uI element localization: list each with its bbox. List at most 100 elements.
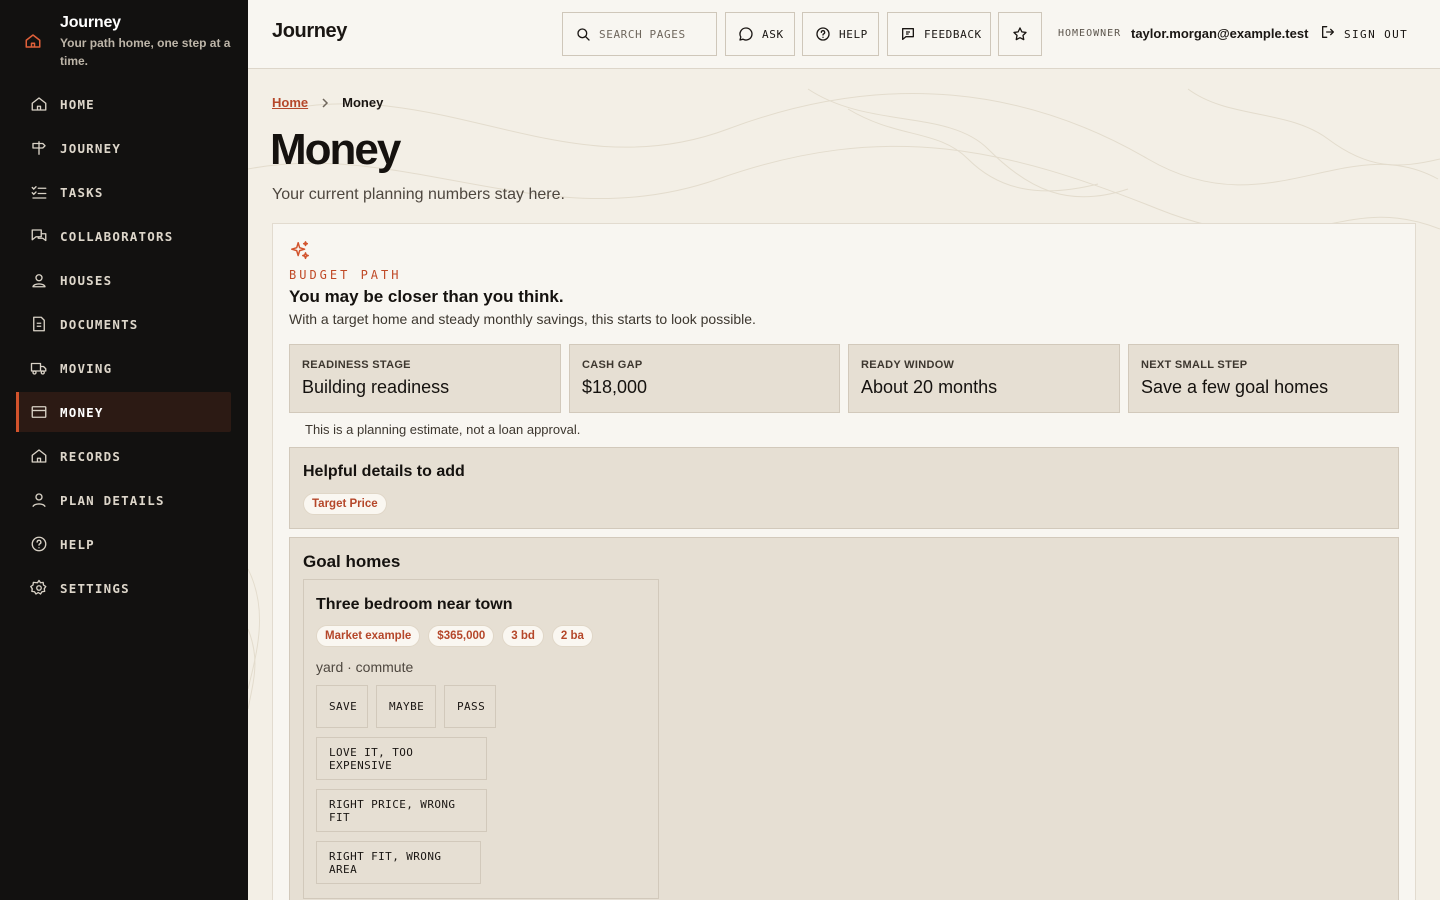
feedback-label: FEEDBACK [924,27,982,41]
user-role: HOMEOWNER [1058,28,1122,39]
right-fit-wrong-area-button[interactable]: RIGHT FIT, WRONG AREA [316,841,481,884]
breadcrumb: Home Money [272,95,383,110]
user-house-icon [30,271,48,289]
stat-value: $18,000 [582,377,648,397]
sidebar-nav: HOME JOURNEY TASKS COLLABORATORS HOUSES … [16,84,231,612]
love-it-too-expensive-button[interactable]: LOVE IT, TOO EXPENSIVE [316,737,487,780]
sidebar-item-plan-details[interactable]: PLAN DETAILS [16,480,231,520]
favorite-button[interactable] [998,12,1042,56]
tag-market-example: Market example [316,625,421,647]
user-email: taylor.morgan@example.test [1131,26,1309,41]
help-button[interactable]: HELP [802,12,879,56]
brand[interactable]: Journey Your path home, one step at a ti… [16,10,238,76]
breadcrumb-home-link[interactable]: Home [272,95,308,110]
tag-bedrooms: 3 bd [502,625,544,647]
budget-path-panel: BUDGET PATH You may be closer than you t… [272,223,1416,900]
sidebar: Journey Your path home, one step at a ti… [0,0,248,900]
budget-lead: With a target home and steady monthly sa… [289,311,756,327]
page-subtitle: Your current planning numbers stay here. [272,186,565,203]
maybe-button[interactable]: MAYBE [376,685,436,728]
stat-label: NEXT SMALL STEP [1141,359,1248,371]
sign-out-button[interactable]: SIGN OUT [1320,24,1408,44]
sidebar-item-label: HOUSES [60,272,113,288]
house-icon [30,447,48,465]
sidebar-item-label: JOURNEY [60,140,122,156]
feedback-button[interactable]: FEEDBACK [887,12,991,56]
sidebar-item-collaborators[interactable]: COLLABORATORS [16,216,231,256]
goal-home-card: Three bedroom near town Market example $… [303,579,659,899]
sign-out-icon [1320,24,1336,45]
target-price-chip[interactable]: Target Price [303,493,387,515]
sidebar-item-records[interactable]: RECORDS [16,436,231,476]
goal-home-features: yard · commute [316,659,414,675]
stat-ready-window: READY WINDOW About 20 months [848,344,1120,413]
document-icon [30,315,48,333]
feedback-icon [900,26,916,42]
tag-price: $365,000 [428,625,495,647]
main-content: Home Money Money Your current planning n… [248,69,1440,900]
topbar: Journey ASK HELP FEEDBACK HOMEOWNER tayl… [248,0,1440,69]
sidebar-item-documents[interactable]: DOCUMENTS [16,304,231,344]
helpful-details-title: Helpful details to add [303,463,465,480]
goal-homes-card: Goal homes Three bedroom near town Marke… [289,537,1399,900]
sidebar-item-help[interactable]: HELP [16,524,231,564]
stat-label: READY WINDOW [861,359,955,371]
help-label: HELP [839,27,868,41]
brand-title: Journey [60,14,121,31]
save-button[interactable]: SAVE [316,685,368,728]
sidebar-item-tasks[interactable]: TASKS [16,172,231,212]
helpful-details-card: Helpful details to add Target Price [289,447,1399,529]
chevron-right-icon [320,97,330,108]
brand-subtitle: Your path home, one step at a time. [60,36,231,68]
sidebar-item-label: DOCUMENTS [60,316,139,332]
stat-value: About 20 months [861,377,998,397]
help-icon [815,26,831,42]
sidebar-item-label: SETTINGS [60,580,130,596]
search-box[interactable] [562,12,717,56]
goal-homes-title: Goal homes [303,552,401,571]
sidebar-item-label: HELP [60,536,95,552]
budget-eyebrow: BUDGET PATH [289,268,402,282]
sidebar-item-label: MOVING [60,360,113,376]
budget-headline: You may be closer than you think. [289,287,564,306]
card-icon [30,403,48,421]
search-input[interactable] [599,27,707,41]
search-icon [575,26,591,42]
sidebar-item-houses[interactable]: HOUSES [16,260,231,300]
ask-button[interactable]: ASK [725,12,795,56]
help-icon [30,535,48,553]
sidebar-item-label: TASKS [60,184,104,200]
goal-home-name: Three bedroom near town [316,596,513,613]
sidebar-item-label: HOME [60,96,95,112]
home-icon [30,95,48,113]
goal-home-tags: Market example $365,000 3 bd 2 ba [316,625,593,647]
sidebar-item-settings[interactable]: SETTINGS [16,568,231,608]
pass-button[interactable]: PASS [444,685,496,728]
planning-disclaimer: This is a planning estimate, not a loan … [305,422,581,437]
stat-value: Save a few goal homes [1141,377,1329,397]
stat-label: CASH GAP [582,359,643,371]
checklist-icon [30,183,48,201]
star-icon [1012,26,1028,42]
sparkle-icon [289,240,311,262]
sidebar-item-journey[interactable]: JOURNEY [16,128,231,168]
sidebar-item-money[interactable]: MONEY [16,392,231,432]
tag-bathrooms: 2 ba [551,625,593,647]
sidebar-item-label: MONEY [60,404,104,420]
stat-value: Building readiness [302,377,450,397]
sidebar-item-label: PLAN DETAILS [60,492,165,508]
stat-next-small-step: NEXT SMALL STEP Save a few goal homes [1128,344,1399,413]
ask-label: ASK [762,27,784,41]
sidebar-item-home[interactable]: HOME [16,84,231,124]
sidebar-item-label: COLLABORATORS [60,228,174,244]
stat-label: READINESS STAGE [302,359,411,371]
right-price-wrong-fit-button[interactable]: RIGHT PRICE, WRONG FIT [316,789,487,832]
person-icon [30,491,48,509]
breadcrumb-current: Money [342,95,384,110]
page-title: Money [270,125,401,174]
topbar-title: Journey [272,20,348,42]
sign-out-label: SIGN OUT [1344,27,1409,41]
gear-icon [30,579,48,597]
sidebar-item-moving[interactable]: MOVING [16,348,231,388]
sidebar-item-label: RECORDS [60,448,122,464]
